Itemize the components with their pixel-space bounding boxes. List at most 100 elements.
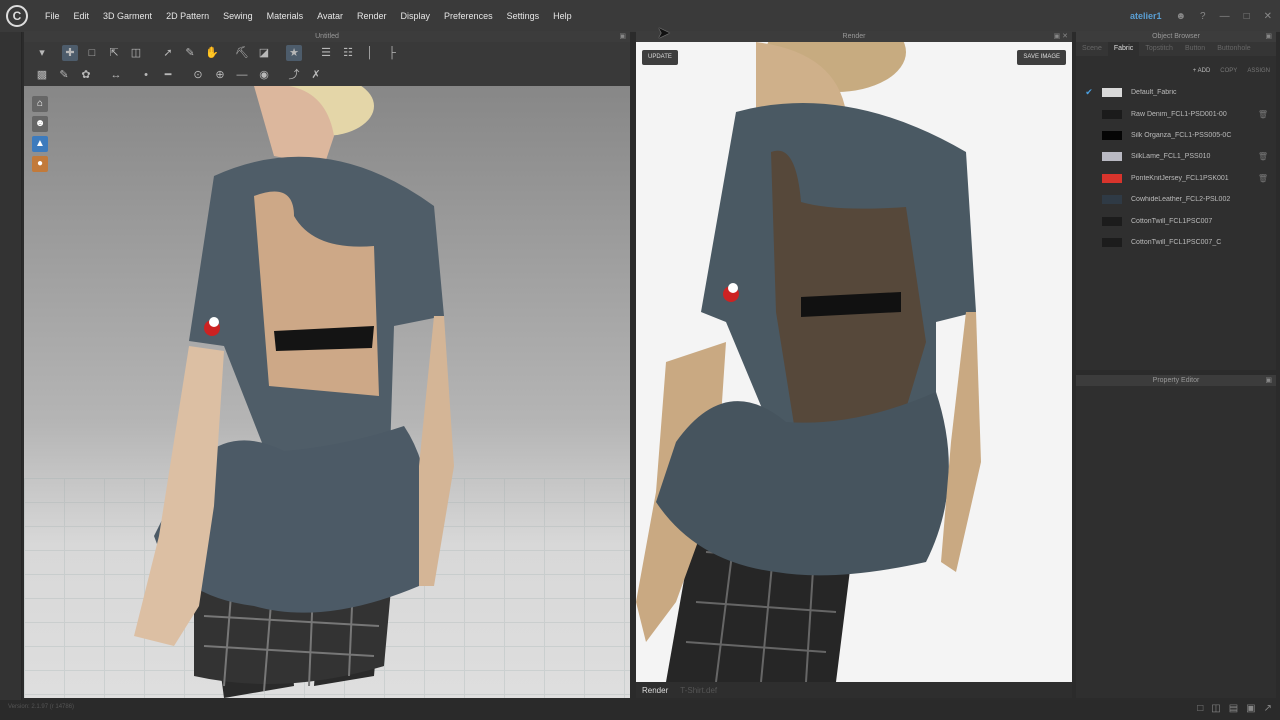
- delete-fabric-icon[interactable]: 🗑: [1258, 152, 1268, 161]
- tab-render[interactable]: Render: [642, 686, 668, 695]
- user-icon[interactable]: ☻: [1175, 11, 1186, 22]
- undock-icon[interactable]: ▣: [1265, 375, 1272, 386]
- fabric-row[interactable]: ✔ Default_Fabric: [1076, 82, 1276, 103]
- pin-icon[interactable]: ➚: [160, 45, 176, 61]
- fabric-swatch[interactable]: [1102, 152, 1122, 162]
- close-icon[interactable]: ✕: [1264, 11, 1272, 22]
- scale-icon[interactable]: ↔: [108, 67, 124, 83]
- garment-icon[interactable]: ⛏: [234, 45, 250, 61]
- puckering-icon[interactable]: ⤴: [286, 67, 302, 83]
- fabric-swatch[interactable]: [1102, 173, 1122, 183]
- tab-scene[interactable]: Scene: [1076, 42, 1108, 56]
- transform-icon[interactable]: ⇱: [106, 45, 122, 61]
- mirror-icon[interactable]: ◪: [256, 45, 272, 61]
- topstitch-icon[interactable]: —: [234, 67, 250, 83]
- edit-texture-icon[interactable]: ✎: [56, 67, 72, 83]
- user-name[interactable]: atelier1: [1130, 11, 1162, 21]
- arrange-icon[interactable]: ✋: [204, 45, 220, 61]
- select-mesh-icon[interactable]: □: [84, 45, 100, 61]
- buttonhole-icon[interactable]: ⊕: [212, 67, 228, 83]
- select-move-icon[interactable]: ✚: [62, 45, 78, 61]
- fabric-actions: + ADD COPY ASSIGN: [1076, 56, 1276, 82]
- tab-tshirt[interactable]: T-Shirt.def: [680, 686, 717, 695]
- fabric-swatch[interactable]: [1102, 88, 1122, 98]
- fabric-name: Silk Organza_FCL1-PSS005-0C: [1131, 131, 1232, 139]
- update-button[interactable]: UPDATE: [642, 50, 678, 65]
- fabric-row[interactable]: PonteKnitJersey_FCL1PSK001 🗑: [1076, 168, 1276, 189]
- button-icon[interactable]: ⊙: [190, 67, 206, 83]
- share-icon[interactable]: ↗: [1264, 703, 1272, 714]
- undock-icon[interactable]: ▣: [1265, 31, 1272, 42]
- tab-buttonhole[interactable]: Buttonhole: [1211, 42, 1256, 56]
- fabric-swatch[interactable]: [1102, 216, 1122, 226]
- skin-view-icon[interactable]: ●: [32, 156, 48, 172]
- help-icon[interactable]: ?: [1200, 11, 1206, 22]
- fabric-row[interactable]: SilkLame_FCL1_PSS010 🗑: [1076, 146, 1276, 167]
- viewport-side-tools: ⌂ ☻ ▲ ●: [32, 96, 48, 172]
- menu-3d-garment[interactable]: 3D Garment: [96, 0, 159, 32]
- tack-icon[interactable]: ✎: [182, 45, 198, 61]
- tab-topstitch[interactable]: Topstitch: [1139, 42, 1179, 56]
- undock-icon[interactable]: ▣: [619, 31, 626, 42]
- layout-split-icon[interactable]: ◫: [1211, 703, 1220, 714]
- menu-settings[interactable]: Settings: [500, 0, 547, 32]
- add-fabric-button[interactable]: + ADD: [1193, 68, 1211, 74]
- fabric-swatch[interactable]: [1102, 109, 1122, 119]
- menu-2d-pattern[interactable]: 2D Pattern: [159, 0, 216, 32]
- garment-view-icon[interactable]: ▲: [32, 136, 48, 152]
- simulate-icon[interactable]: ★: [286, 45, 302, 61]
- line-icon[interactable]: │: [362, 45, 378, 61]
- tab-fabric[interactable]: Fabric: [1107, 42, 1140, 56]
- close-render-icon[interactable]: ▣ ✕: [1054, 31, 1068, 42]
- zipper-icon[interactable]: ◉: [256, 67, 272, 83]
- menu-materials[interactable]: Materials: [260, 0, 311, 32]
- avatar-3d-model[interactable]: [24, 86, 630, 698]
- fabric-swatch[interactable]: [1102, 195, 1122, 205]
- stack-icon[interactable]: ☷: [340, 45, 356, 61]
- measure-icon[interactable]: ├: [384, 45, 400, 61]
- graphic-icon[interactable]: ✿: [78, 67, 94, 83]
- viewport-title-bar: Untitled ▣: [24, 31, 630, 42]
- sew-line-icon[interactable]: ━: [160, 67, 176, 83]
- fabric-swatch[interactable]: [1102, 130, 1122, 140]
- fold-icon[interactable]: ◫: [128, 45, 144, 61]
- menu-render[interactable]: Render: [350, 0, 394, 32]
- menu-edit[interactable]: Edit: [67, 0, 97, 32]
- layer-icon[interactable]: ☰: [318, 45, 334, 61]
- left-rail: [0, 32, 22, 700]
- render-view[interactable]: UPDATE SAVE IMAGE: [636, 42, 1072, 682]
- avatar-view-icon[interactable]: ☻: [32, 116, 48, 132]
- tab-button[interactable]: Button: [1179, 42, 1211, 56]
- fabric-row[interactable]: CowhideLeather_FCL2-PSL002: [1076, 189, 1276, 210]
- dropdown-arrow-icon[interactable]: ▾: [34, 45, 50, 61]
- fabric-name: PonteKnitJersey_FCL1PSK001: [1131, 174, 1229, 182]
- maximize-icon[interactable]: □: [1244, 11, 1250, 22]
- segment-icon[interactable]: •: [138, 67, 154, 83]
- menu-display[interactable]: Display: [394, 0, 438, 32]
- menu-avatar[interactable]: Avatar: [310, 0, 350, 32]
- menu-help[interactable]: Help: [546, 0, 579, 32]
- fabric-swatch[interactable]: [1102, 237, 1122, 247]
- layout-dual-icon[interactable]: ▤: [1229, 703, 1238, 714]
- render-title-bar: Render ▣ ✕: [636, 31, 1072, 42]
- menu-file[interactable]: File: [38, 0, 67, 32]
- assign-fabric-button[interactable]: ASSIGN: [1247, 68, 1270, 74]
- minimize-icon[interactable]: —: [1220, 11, 1230, 22]
- layout-single-icon[interactable]: □: [1197, 703, 1203, 714]
- delete-fabric-icon[interactable]: 🗑: [1258, 174, 1268, 183]
- fabric-row[interactable]: Silk Organza_FCL1-PSS005-0C: [1076, 125, 1276, 146]
- save-image-button[interactable]: SAVE IMAGE: [1017, 50, 1066, 65]
- menu-sewing[interactable]: Sewing: [216, 0, 260, 32]
- copy-fabric-button[interactable]: COPY: [1220, 68, 1237, 74]
- screenshot-icon[interactable]: ▣: [1246, 703, 1255, 714]
- fabric-name: Default_Fabric: [1131, 89, 1177, 97]
- fabric-row[interactable]: CottonTwill_FCL1PSC007_C: [1076, 232, 1276, 253]
- fabric-row[interactable]: Raw Denim_FCL1-PSD001-00 🗑: [1076, 103, 1276, 124]
- trim-icon[interactable]: ✗: [308, 67, 324, 83]
- texture-icon[interactable]: ▩: [34, 67, 50, 83]
- fabric-row[interactable]: CottonTwill_FCL1PSC007: [1076, 210, 1276, 231]
- home-view-icon[interactable]: ⌂: [32, 96, 48, 112]
- delete-fabric-icon[interactable]: 🗑: [1258, 110, 1268, 119]
- menu-preferences[interactable]: Preferences: [437, 0, 500, 32]
- 3d-viewport[interactable]: ⌂ ☻ ▲ ●: [24, 86, 630, 698]
